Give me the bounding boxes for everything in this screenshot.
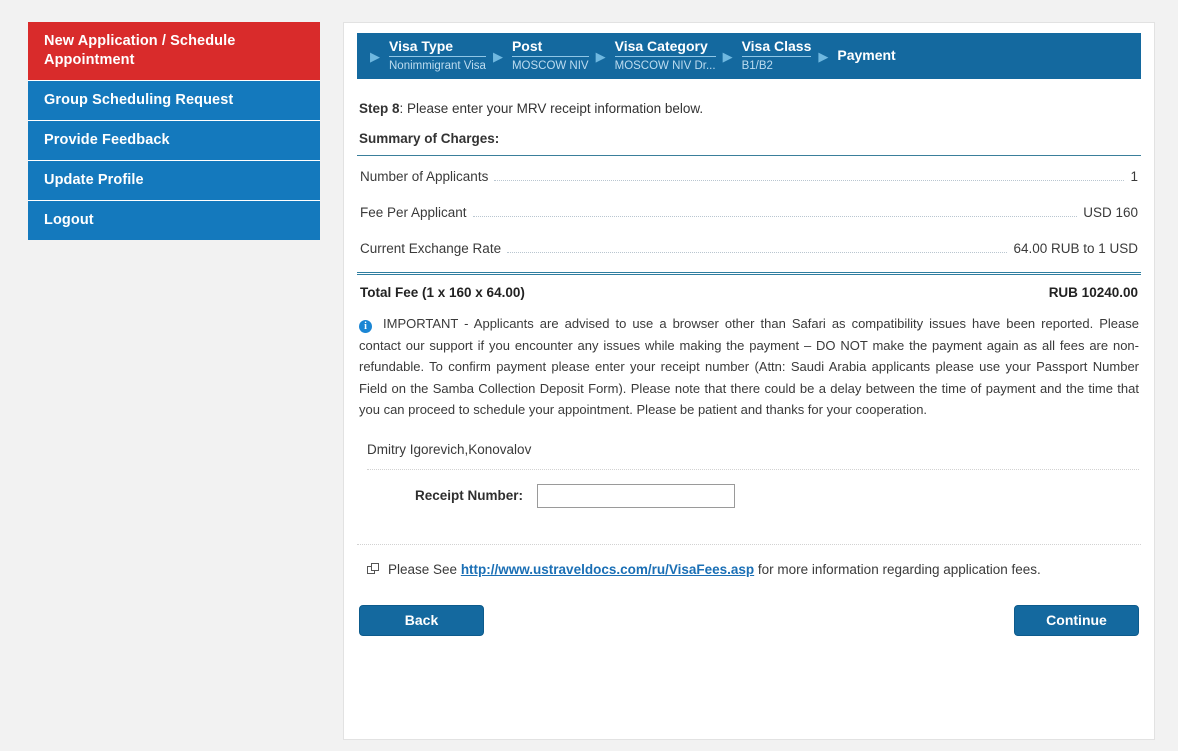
chevron-right-icon-3: ▶ — [722, 48, 733, 64]
breadcrumb-step-title: Payment — [837, 47, 896, 63]
charge-row-number-of-applicants: Number of Applicants 1 — [357, 156, 1141, 192]
breadcrumb-step-post[interactable]: Post MOSCOW NIV — [511, 38, 593, 74]
visa-fees-link-line: Please See http://www.ustraveldocs.com/r… — [367, 562, 1139, 577]
total-fee-value: RUB 10240.00 — [1048, 285, 1138, 300]
breadcrumb-step-value: B1/B2 — [741, 60, 773, 72]
chevron-right-icon-1: ▶ — [492, 48, 503, 64]
sidebar-item-provide-feedback[interactable]: Provide Feedback — [28, 121, 320, 161]
link-suffix-text: for more information regarding applicati… — [754, 561, 1041, 577]
charge-row-current-exchange-rate: Current Exchange Rate 64.00 RUB to 1 USD — [357, 228, 1141, 264]
breadcrumb-step-title: Visa Type — [389, 38, 486, 57]
chevron-right-icon-0: ▶ — [370, 48, 380, 64]
continue-button[interactable]: Continue — [1014, 604, 1139, 636]
back-button[interactable]: Back — [359, 604, 484, 636]
charge-value: USD 160 — [1079, 205, 1138, 220]
leader-dots — [507, 252, 1008, 253]
visa-fees-link[interactable]: http://www.ustraveldocs.com/ru/VisaFees.… — [461, 562, 754, 577]
breadcrumb-step-title: Post — [511, 38, 589, 57]
receipt-number-input[interactable] — [537, 483, 735, 508]
charge-row-fee-per-applicant: Fee Per Applicant USD 160 — [357, 192, 1141, 228]
step-instruction-text: : Please enter your MRV receipt informat… — [399, 101, 704, 116]
step-number-label: Step 8 — [359, 101, 400, 116]
sidebar-item-group-scheduling[interactable]: Group Scheduling Request — [28, 81, 320, 121]
chevron-right-icon-4: ▶ — [818, 48, 829, 64]
important-notice: i IMPORTANT - Applicants are advised to u… — [359, 313, 1139, 421]
breadcrumb-step-visa-type[interactable]: Visa Type Nonimmigrant Visa — [389, 38, 490, 74]
breadcrumb-step-payment[interactable]: Payment — [837, 47, 899, 65]
important-notice-text: IMPORTANT - Applicants are advised to us… — [359, 316, 1139, 417]
info-icon: i — [359, 320, 372, 333]
charge-label: Number of Applicants — [360, 169, 493, 184]
leader-dots — [472, 216, 1078, 217]
receipt-number-label: Receipt Number: — [414, 487, 523, 503]
breadcrumb-step-value: Nonimmigrant Visa — [389, 60, 486, 72]
form-actions: Back Continue — [357, 604, 1141, 636]
charge-value: 64.00 RUB to 1 USD — [1009, 241, 1138, 256]
receipt-number-field-group: Receipt Number: — [357, 470, 1141, 545]
sidebar-item-new-application[interactable]: New Application / Schedule Appointment — [28, 22, 320, 81]
external-link-icon — [367, 562, 379, 575]
applicant-name: Dmitry Igorevich,Konovalov — [367, 442, 1139, 470]
charge-value: 1 — [1126, 169, 1138, 184]
charge-label: Current Exchange Rate — [360, 241, 506, 256]
breadcrumb-step-title: Visa Class — [741, 38, 812, 57]
breadcrumb-step-visa-category[interactable]: Visa Category MOSCOW NIV Dr... — [614, 38, 720, 74]
breadcrumb-step-visa-class[interactable]: Visa Class B1/B2 — [741, 38, 816, 74]
main-navigation: New Application / Schedule Appointment G… — [28, 22, 320, 240]
charges-table: Number of Applicants 1 Fee Per Applicant… — [357, 155, 1141, 264]
content-panel: ▶ Visa Type Nonimmigrant Visa ▶ Post MOS… — [343, 22, 1155, 740]
total-fee-label: Total Fee (1 x 160 x 64.00) — [360, 285, 525, 300]
breadcrumb-step-value: MOSCOW NIV — [511, 60, 589, 72]
link-prefix-text: Please See — [388, 561, 461, 577]
total-fee-row: Total Fee (1 x 160 x 64.00) RUB 10240.00 — [357, 272, 1141, 300]
progress-breadcrumb: ▶ Visa Type Nonimmigrant Visa ▶ Post MOS… — [357, 33, 1141, 79]
step-instruction: Step 8: Please enter your MRV receipt in… — [359, 101, 1139, 116]
chevron-right-icon-2: ▶ — [595, 48, 606, 64]
charge-label: Fee Per Applicant — [360, 205, 471, 220]
sidebar-item-update-profile[interactable]: Update Profile — [28, 161, 320, 201]
breadcrumb-step-title: Visa Category — [614, 38, 716, 57]
sidebar-item-logout[interactable]: Logout — [28, 201, 320, 240]
leader-dots — [494, 180, 1125, 181]
summary-of-charges-heading: Summary of Charges: — [359, 131, 500, 146]
breadcrumb-step-value: MOSCOW NIV Dr... — [614, 60, 716, 72]
